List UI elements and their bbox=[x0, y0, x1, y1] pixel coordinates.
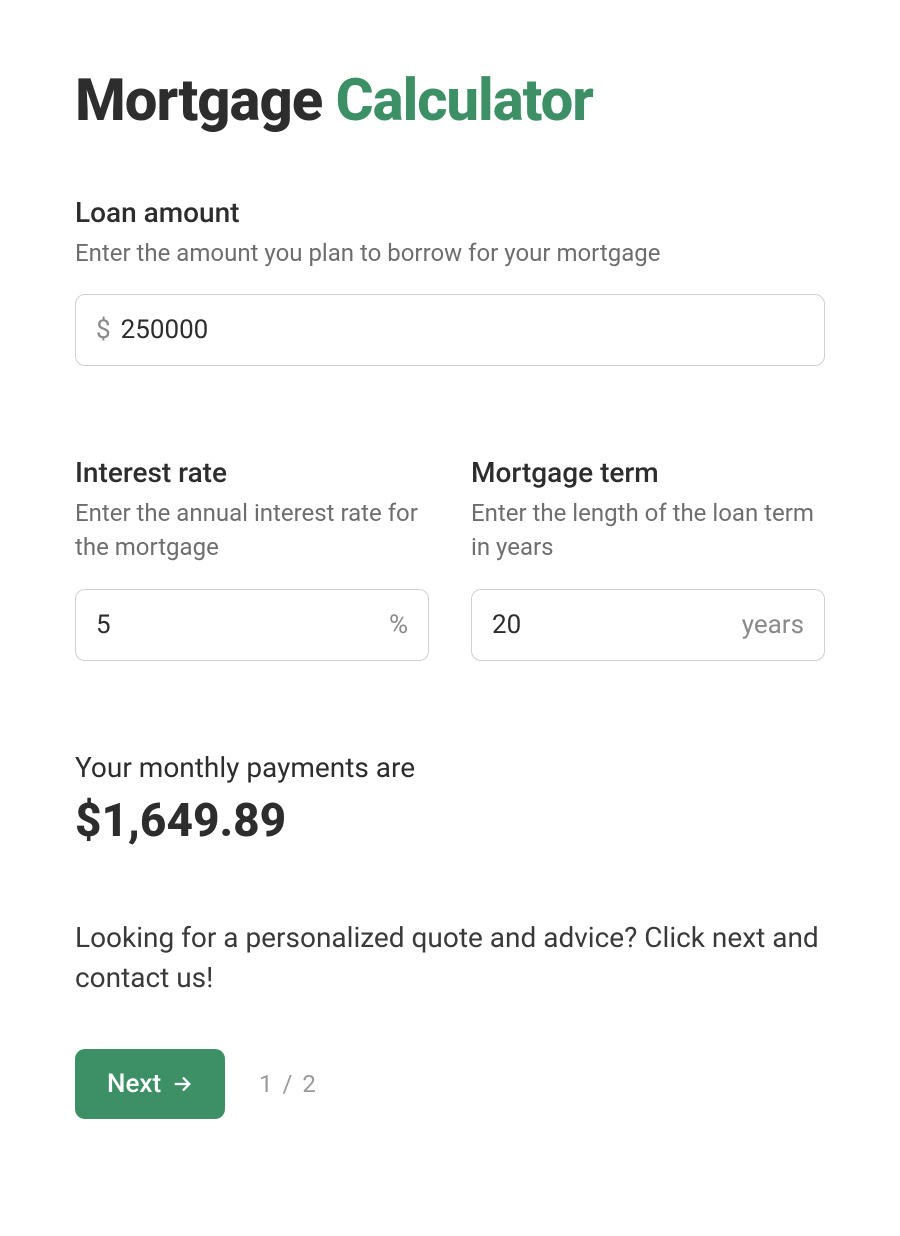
rate-term-row: Interest rate Enter the annual interest … bbox=[75, 456, 825, 660]
mortgage-term-field: Mortgage term Enter the length of the lo… bbox=[471, 456, 825, 660]
page-title: Mortgage Calculator bbox=[75, 70, 825, 134]
cta-text: Looking for a personalized quote and adv… bbox=[75, 918, 825, 999]
interest-rate-description: Enter the annual interest rate for the m… bbox=[75, 497, 429, 564]
result-label: Your monthly payments are bbox=[75, 751, 825, 784]
next-button-label: Next bbox=[107, 1069, 161, 1099]
result-value: $1,649.89 bbox=[75, 794, 825, 848]
loan-amount-input-wrap: $ bbox=[75, 294, 825, 366]
title-word-1: Mortgage bbox=[75, 67, 336, 135]
years-suffix: years bbox=[742, 610, 804, 640]
mortgage-term-label: Mortgage term bbox=[471, 456, 825, 489]
pager: 1 / 2 bbox=[259, 1070, 318, 1098]
interest-rate-input[interactable] bbox=[96, 610, 379, 640]
loan-amount-label: Loan amount bbox=[75, 196, 825, 229]
percent-icon: % bbox=[389, 610, 408, 640]
footer-row: Next 1 / 2 bbox=[75, 1049, 825, 1119]
loan-amount-input[interactable] bbox=[121, 315, 804, 345]
loan-amount-description: Enter the amount you plan to borrow for … bbox=[75, 237, 825, 271]
interest-rate-input-wrap: % bbox=[75, 589, 429, 661]
interest-rate-label: Interest rate bbox=[75, 456, 429, 489]
arrow-right-icon bbox=[171, 1073, 193, 1095]
dollar-icon: $ bbox=[96, 315, 111, 345]
mortgage-term-description: Enter the length of the loan term in yea… bbox=[471, 497, 825, 564]
next-button[interactable]: Next bbox=[75, 1049, 225, 1119]
mortgage-term-input-wrap: years bbox=[471, 589, 825, 661]
loan-amount-field: Loan amount Enter the amount you plan to… bbox=[75, 196, 825, 367]
interest-rate-field: Interest rate Enter the annual interest … bbox=[75, 456, 429, 660]
title-word-2: Calculator bbox=[336, 67, 593, 135]
result-section: Your monthly payments are $1,649.89 bbox=[75, 751, 825, 848]
mortgage-term-input[interactable] bbox=[492, 610, 732, 640]
